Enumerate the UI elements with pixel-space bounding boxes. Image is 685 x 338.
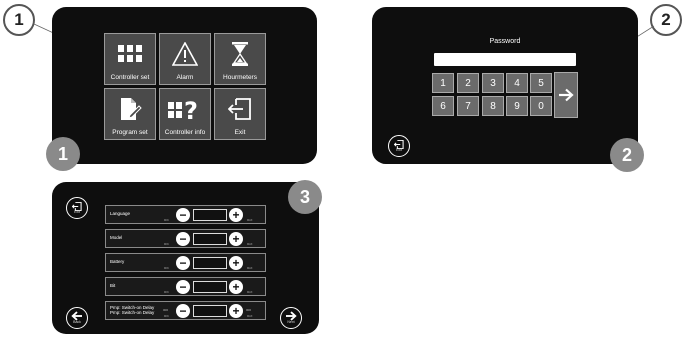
- value-field[interactable]: [193, 281, 227, 293]
- exit-caption: Exit: [74, 209, 80, 214]
- decrement-button[interactable]: −: [176, 256, 190, 270]
- value-field[interactable]: [193, 209, 227, 221]
- decrement-button[interactable]: −: [176, 304, 190, 318]
- decrement-button[interactable]: −: [176, 232, 190, 246]
- main-menu-screen: Controller set Alarm Hourmeters Program …: [46, 7, 317, 171]
- exit-icon: [228, 89, 252, 129]
- key-6[interactable]: 6: [432, 96, 454, 116]
- back-button[interactable]: Back: [66, 307, 88, 329]
- tile-label: Exit: [234, 129, 246, 136]
- key-0[interactable]: 0: [530, 96, 552, 116]
- tile-label: Controller set: [110, 74, 150, 81]
- arrow-right-icon: [559, 88, 574, 102]
- increment-button[interactable]: +: [229, 280, 243, 294]
- program-set-tile[interactable]: Program set: [104, 88, 156, 140]
- max-label: MAX: [247, 291, 253, 294]
- key-7[interactable]: 7: [457, 96, 479, 116]
- setting-label: Battery: [110, 259, 125, 264]
- callout-1: 1: [3, 4, 35, 36]
- exit-tile[interactable]: Exit: [214, 88, 266, 140]
- hourglass-icon: [231, 34, 249, 74]
- tile-label: Program set: [112, 129, 148, 136]
- back-caption: Back: [73, 320, 81, 325]
- setting-label: Language: [110, 211, 131, 216]
- right-unit: 000: [246, 308, 252, 312]
- key-1[interactable]: 1: [432, 73, 454, 93]
- grid-icon: [118, 34, 142, 74]
- min-label: MIN: [164, 291, 169, 294]
- setting-label: Bit: [110, 283, 116, 288]
- password-screen: Password 1 2 3 4 5 6 7 8 9 0 Exit 2: [372, 7, 644, 172]
- screen-number-badge-3: 3: [288, 180, 322, 214]
- setting-row-battery: Battery MIN − + MAX: [105, 253, 266, 272]
- increment-button[interactable]: +: [229, 256, 243, 270]
- value-field[interactable]: [193, 233, 227, 245]
- password-input[interactable]: [434, 53, 576, 66]
- key-3[interactable]: 3: [482, 73, 504, 93]
- svg-text:?: ?: [184, 97, 198, 121]
- value-field[interactable]: [193, 305, 227, 317]
- setting-row-pump-delay: Pmp: Switch-on Delay Pmp: Switch-on Dela…: [105, 301, 266, 320]
- setting-row-language: Language MIN − + MAX: [105, 205, 266, 224]
- enter-key[interactable]: [554, 72, 578, 118]
- tile-label: Hourmeters: [223, 74, 257, 81]
- setting-row-bit: Bit MIN − + MAX: [105, 277, 266, 296]
- increment-button[interactable]: +: [229, 304, 243, 318]
- key-9[interactable]: 9: [506, 96, 528, 116]
- alarm-tile[interactable]: Alarm: [159, 33, 211, 85]
- controller-set-tile[interactable]: Controller set: [104, 33, 156, 85]
- callout-2: 2: [650, 4, 682, 36]
- max-label: MAX: [247, 243, 253, 246]
- decrement-button[interactable]: −: [176, 208, 190, 222]
- exit-button[interactable]: Exit: [388, 135, 410, 157]
- key-4[interactable]: 4: [506, 73, 528, 93]
- min-label: MIN: [164, 315, 169, 318]
- increment-button[interactable]: +: [229, 208, 243, 222]
- screen-number-badge-1: 1: [46, 137, 80, 171]
- tile-label: Alarm: [176, 74, 194, 81]
- left-unit: 000: [163, 308, 169, 312]
- grid-question-icon: ?: [168, 89, 202, 129]
- setting-row-model: Model MIN − + MAX: [105, 229, 266, 248]
- decrement-button[interactable]: −: [176, 280, 190, 294]
- controller-info-tile[interactable]: ? Controller info: [159, 88, 211, 140]
- key-8[interactable]: 8: [482, 96, 504, 116]
- max-label: MAX: [247, 267, 253, 270]
- max-label: MAX: [247, 315, 253, 318]
- next-caption: Next: [287, 320, 295, 325]
- password-label: Password: [489, 38, 521, 45]
- setting-label: Pmp: Switch-on Delay Pmp: Switch-on Dela…: [110, 305, 155, 315]
- min-label: MIN: [164, 267, 169, 270]
- min-label: MIN: [164, 219, 169, 222]
- tile-label: Controller info: [164, 129, 206, 136]
- screen-number-badge-2: 2: [610, 138, 644, 172]
- min-label: MIN: [164, 243, 169, 246]
- settings-screen: Exit Language MIN − + MAX Model MIN − + …: [52, 180, 322, 334]
- exit-caption: Exit: [396, 147, 402, 152]
- hourmeters-tile[interactable]: Hourmeters: [214, 33, 266, 85]
- setting-label: Model: [110, 235, 123, 240]
- increment-button[interactable]: +: [229, 232, 243, 246]
- warning-icon: [172, 34, 198, 74]
- next-button[interactable]: Next: [280, 307, 302, 329]
- exit-button[interactable]: Exit: [66, 197, 88, 219]
- max-label: MAX: [247, 219, 253, 222]
- key-5[interactable]: 5: [530, 73, 552, 93]
- document-edit-icon: [118, 89, 142, 129]
- key-2[interactable]: 2: [457, 73, 479, 93]
- value-field[interactable]: [193, 257, 227, 269]
